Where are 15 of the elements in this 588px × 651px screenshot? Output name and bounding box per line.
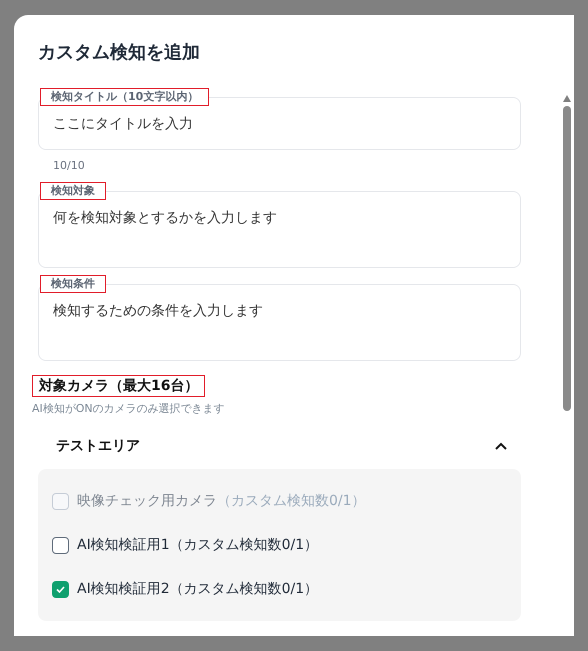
- section-heading: 対象カメラ（最大16台）: [32, 374, 206, 396]
- checkmark-icon: [56, 586, 65, 592]
- camera-label: AI検知検証用1（カスタム検知数0/1）: [77, 536, 318, 554]
- field-label: 検知対象: [40, 182, 106, 200]
- checkbox[interactable]: [52, 536, 69, 554]
- checkbox[interactable]: [52, 580, 69, 598]
- field-label: 検知タイトル（10文字以内）: [40, 88, 210, 106]
- camera-label: 映像チェック用カメラ（カスタム検知数0/1）: [77, 492, 366, 510]
- dialog-title: カスタム検知を追加: [38, 41, 201, 65]
- camera-label: AI検知検証用2（カスタム検知数0/1）: [77, 580, 318, 598]
- hint-text: AI検知がONのカメラのみ選択できます: [32, 400, 226, 416]
- character-counter: 10/10: [53, 158, 86, 174]
- chevron-up-icon: [495, 442, 507, 450]
- field-label: 検知条件: [40, 274, 106, 292]
- accordion-header[interactable]: テストエリア: [38, 423, 521, 469]
